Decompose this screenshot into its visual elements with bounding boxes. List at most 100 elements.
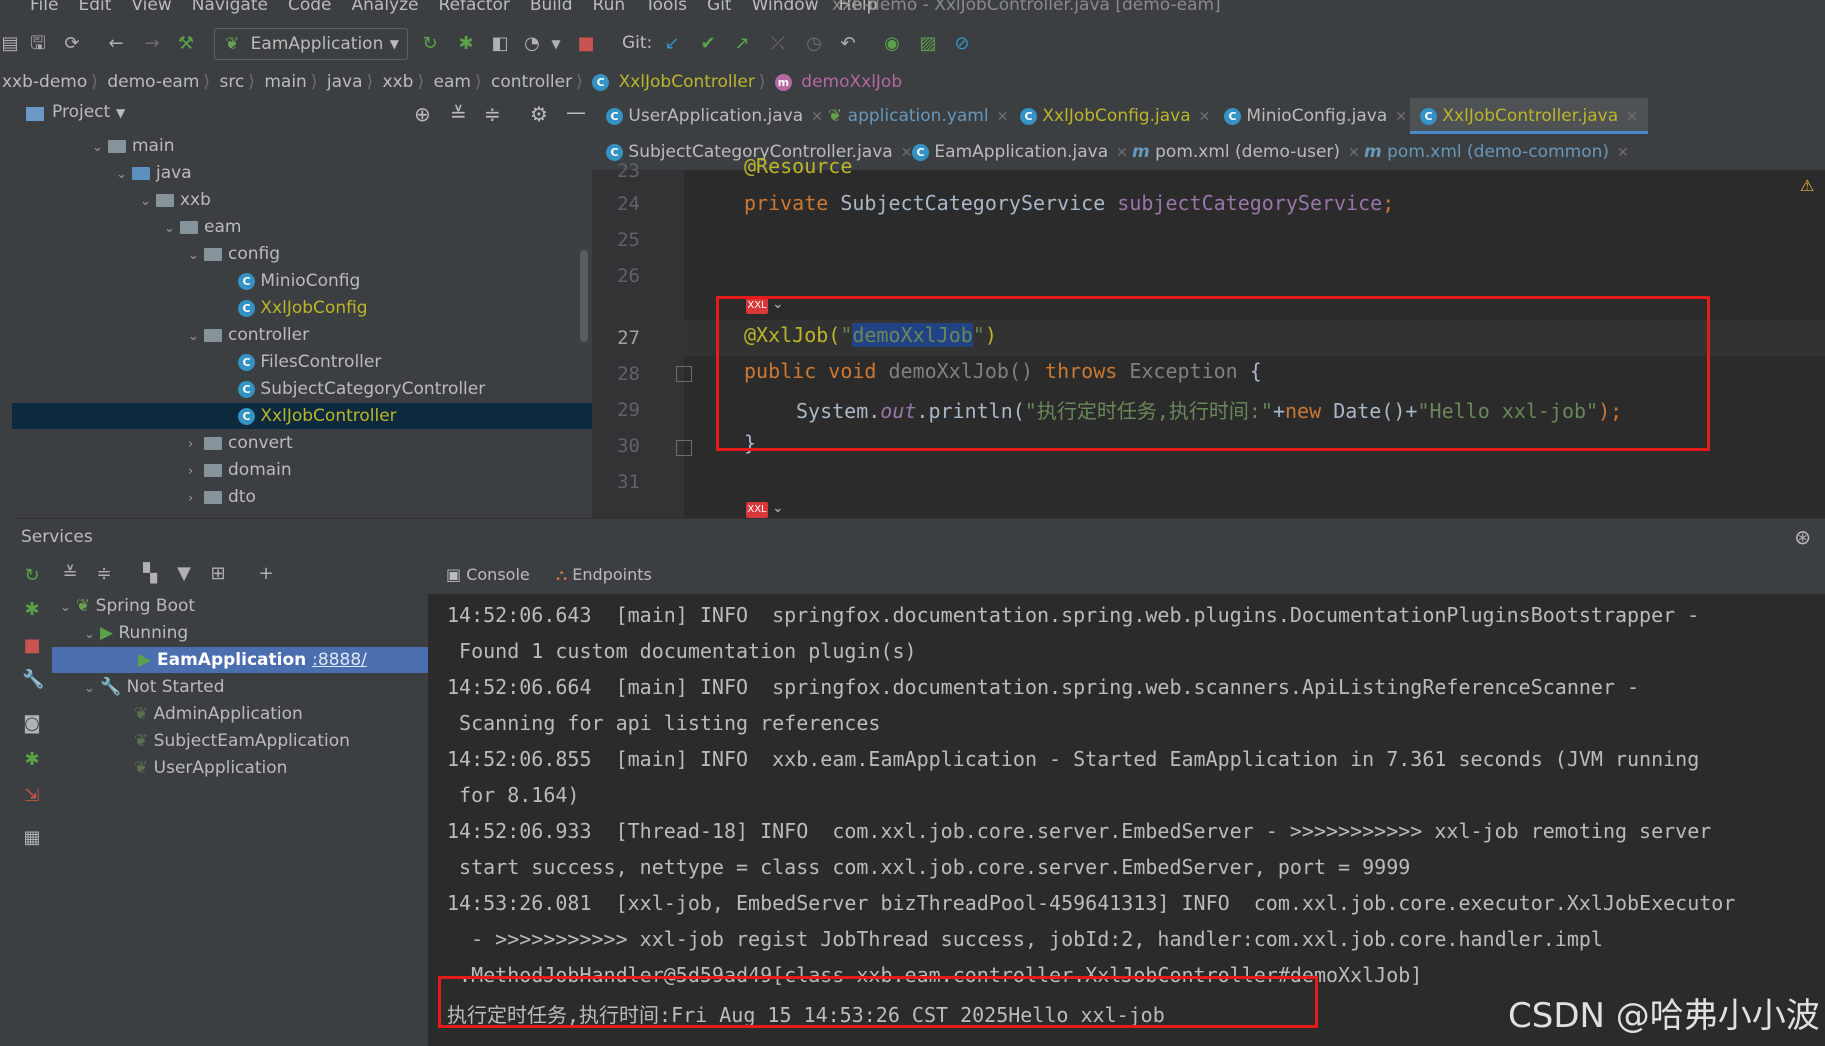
breadcrumb-item[interactable]: main (264, 72, 306, 92)
plugin-icon[interactable]: ◉ (882, 34, 902, 54)
breadcrumb-item[interactable]: xxb (383, 72, 414, 92)
service-subjecteamapplication[interactable]: ❦ SubjectEamApplication (134, 728, 350, 754)
expand-all-icon[interactable]: ≚ (450, 102, 467, 126)
git-update-icon[interactable]: ↙ (662, 34, 682, 54)
group-icon[interactable]: ▚ (140, 564, 160, 584)
tree-item-subjectcategorycontroller[interactable]: C SubjectCategoryController (238, 376, 485, 402)
project-panel-title[interactable]: Project (52, 102, 110, 122)
git-push-icon[interactable]: ↗ (732, 34, 752, 54)
tree-item-filescontroller[interactable]: C FilesController (238, 349, 381, 375)
tree-item-java[interactable]: ⌄ java (116, 160, 192, 186)
fold-icon[interactable] (676, 366, 692, 382)
breadcrumb-item[interactable]: java (327, 72, 363, 92)
tree-scrollbar[interactable] (580, 250, 588, 342)
service-not-started[interactable]: ⌄ 🔧 Not Started (84, 674, 225, 700)
tab-userapplication[interactable]: C UserApplication.java ✕ (606, 98, 823, 134)
warning-icon[interactable]: ⚠ (1800, 176, 1814, 195)
breadcrumb-item[interactable]: XxlJobController (619, 72, 755, 92)
tree-item-minioconfig[interactable]: C MinioConfig (238, 268, 360, 294)
menu-window[interactable]: Window (752, 0, 819, 15)
service-userapplication[interactable]: ❦ UserApplication (134, 755, 287, 781)
breadcrumb-item[interactable]: demo-eam (107, 72, 199, 92)
save-icon[interactable]: 🖫 (28, 34, 48, 54)
new-tab-icon[interactable]: ⊞ (208, 564, 228, 584)
chevron-down-icon[interactable]: ⌄ (772, 500, 784, 516)
tree-item-xxb[interactable]: ⌄ xxb (140, 187, 211, 213)
tab-xxljobcontroller[interactable]: C XxlJobController.java ✕ (1410, 98, 1648, 134)
fold-icon[interactable] (676, 440, 692, 456)
profile-icon[interactable]: ◔ (522, 34, 542, 54)
no-entry-icon[interactable]: ⊘ (952, 34, 972, 54)
breadcrumb-item[interactable]: src (219, 72, 244, 92)
git-pull-icon[interactable]: ⤫ (768, 34, 788, 54)
menu-run[interactable]: Run (593, 0, 626, 15)
tab-minioconfig[interactable]: C MinioConfig.java ✕ (1224, 98, 1407, 134)
git-commit-icon[interactable]: ✔ (698, 34, 718, 54)
tree-item-config[interactable]: ⌄ config (188, 241, 280, 267)
filter-icon[interactable]: ▼ (174, 564, 194, 584)
tab-application-yaml[interactable]: ❦ application.yaml ✕ (828, 98, 1008, 134)
forward-icon[interactable]: → (142, 34, 162, 54)
menu-code[interactable]: Code (288, 0, 332, 15)
menu-refactor[interactable]: Refactor (439, 0, 510, 15)
menu-build[interactable]: Build (530, 0, 573, 15)
tab-pom-demo-common[interactable]: m pom.xml (demo-common) ✕ (1364, 134, 1629, 170)
settings-icon[interactable]: ⊛ (1794, 525, 1811, 549)
menu-file[interactable]: File (30, 0, 58, 15)
tree-item-eam[interactable]: ⌄ eam (164, 214, 241, 240)
wrench-icon[interactable]: 🔧 (22, 670, 44, 690)
tab-pom-demo-user[interactable]: m pom.xml (demo-user) ✕ (1132, 134, 1360, 170)
service-adminapplication[interactable]: ❦ AdminApplication (134, 701, 303, 727)
service-spring-boot[interactable]: ⌄ ❦ Spring Boot (60, 593, 195, 619)
tab-console[interactable]: ▣ Console (446, 556, 530, 594)
tab-endpoints[interactable]: ⛬ Endpoints (556, 556, 652, 594)
rerun-icon[interactable]: ↻ (22, 566, 42, 586)
build-hammer-icon[interactable]: ⚒ (176, 34, 196, 54)
menu-tools[interactable]: Tools (645, 0, 687, 15)
stop-icon[interactable]: ■ (576, 34, 596, 54)
breadcrumb-item[interactable]: demoXxlJob (801, 72, 902, 92)
collapse-all-icon[interactable]: ≑ (94, 564, 114, 584)
chart-icon[interactable]: ▨ (918, 34, 938, 54)
locate-icon[interactable]: ⊕ (414, 102, 431, 126)
tab-eamapplication[interactable]: C EamApplication.java ✕ (912, 134, 1128, 170)
menu-navigate[interactable]: Navigate (192, 0, 268, 15)
rollback-icon[interactable]: ↶ (838, 34, 858, 54)
exit-icon[interactable]: ⇲ (22, 786, 42, 806)
add-icon[interactable]: + (256, 564, 276, 584)
gear-icon[interactable]: ⚙ (530, 102, 548, 126)
stop-icon[interactable]: ■ (22, 636, 42, 656)
chevron-down-icon[interactable]: ▼ (546, 34, 566, 54)
xxljob-icon[interactable]: XXL (746, 502, 768, 518)
menu-analyze[interactable]: Analyze (352, 0, 419, 15)
breadcrumb-item[interactable]: eam (434, 72, 471, 92)
tree-item-main[interactable]: ⌄ main (92, 133, 174, 159)
tree-item-controller[interactable]: ⌄ controller (188, 322, 309, 348)
back-icon[interactable]: ← (106, 34, 126, 54)
run-config-select[interactable]: ❦ EamApplication ▼ (214, 28, 408, 60)
tree-item-domain[interactable]: › domain (188, 457, 292, 483)
breadcrumb-item[interactable]: controller (491, 72, 572, 92)
service-eamapplication[interactable]: ▶ EamApplication :8888/ (138, 647, 367, 673)
open-icon[interactable]: ▤ (0, 34, 20, 54)
menu-view[interactable]: View (131, 0, 171, 15)
tree-item-xxljobconfig[interactable]: C XxlJobConfig (238, 295, 368, 321)
debug-icon[interactable]: ✱ (456, 34, 476, 54)
coverage-icon[interactable]: ◧ (490, 34, 510, 54)
collapse-all-icon[interactable]: ≑ (484, 102, 501, 126)
debug-icon[interactable]: ✱ (22, 750, 42, 770)
debug-icon[interactable]: ✱ (22, 600, 42, 620)
tab-xxljobconfig[interactable]: C XxlJobConfig.java ✕ (1020, 98, 1210, 134)
expand-all-icon[interactable]: ≚ (60, 564, 80, 584)
tree-item-convert[interactable]: › convert (188, 430, 293, 456)
menu-edit[interactable]: Edit (78, 0, 111, 15)
breadcrumb-item[interactable]: xxb-demo (2, 72, 87, 92)
layout-icon[interactable]: ▦ (22, 828, 42, 848)
menu-git[interactable]: Git (707, 0, 732, 15)
tree-item-xxljobcontroller[interactable]: C XxlJobController (238, 403, 397, 429)
sync-icon[interactable]: ⟳ (62, 34, 82, 54)
tree-item-dto[interactable]: › dto (188, 484, 256, 510)
camera-icon[interactable]: ◙ (22, 714, 42, 734)
chevron-down-icon[interactable]: ▼ (116, 106, 125, 120)
rerun-icon[interactable]: ↻ (420, 34, 440, 54)
